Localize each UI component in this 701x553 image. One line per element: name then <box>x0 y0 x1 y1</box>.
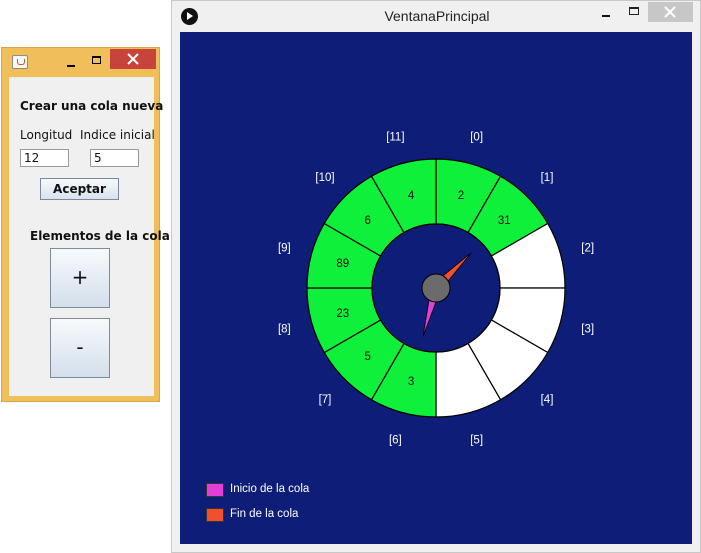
slot-index-label: [3] <box>581 324 594 336</box>
control-panel: Crear una cola nueva Longitud Indice ini… <box>9 77 170 396</box>
slot-value: 3 <box>408 376 414 388</box>
minimize-icon[interactable] <box>597 6 617 22</box>
java-icon <box>12 55 28 69</box>
slot-index-label: [6] <box>389 435 402 447</box>
create-queue-heading: Crear una cola nueva <box>20 99 164 113</box>
maximize-icon[interactable] <box>87 54 107 70</box>
slot-value: 23 <box>336 308 349 320</box>
accept-button[interactable]: Aceptar <box>40 178 119 200</box>
queue-elements-heading: Elementos de la cola <box>30 229 170 243</box>
queue-canvas: 2 [0] 31 [1] [2] [3] [4] [5] 3 [6] 5 [7] 23 [8] 89 [9] 6… <box>180 32 692 544</box>
slot-value: 5 <box>365 351 371 363</box>
slot-index-label: [9] <box>278 242 291 254</box>
window-title: VentanaPrincipal <box>384 8 490 24</box>
slot-index-label: [10] <box>315 172 334 184</box>
slot-value: 4 <box>408 190 415 202</box>
length-label: Longitud <box>20 128 73 142</box>
tail-legend-label: Fin de la cola <box>230 508 299 520</box>
title-bar <box>2 48 159 77</box>
main-window: VentanaPrincipal 2 [0] 31 [1] [2] [3] [4] [5] 3 [… <box>171 0 701 553</box>
add-element-button[interactable]: + <box>50 248 110 308</box>
start-index-label: Indice inicial <box>80 128 155 142</box>
close-icon <box>127 53 139 65</box>
slot-index-label: [0] <box>470 131 483 143</box>
maximize-icon[interactable] <box>624 5 644 21</box>
queue-control-window: Crear una cola nueva Longitud Indice ini… <box>1 47 170 402</box>
circular-queue-diagram: 2 [0] 31 [1] [2] [3] [4] [5] 3 [6] 5 [7] 23 [8] 89 [9] 6… <box>278 131 594 447</box>
slot-index-label: [8] <box>278 324 291 336</box>
slot-value: 2 <box>458 190 464 202</box>
slot-value: 89 <box>336 258 349 270</box>
slot-index-label: [5] <box>470 435 483 447</box>
tail-legend-swatch <box>206 508 224 522</box>
close-button[interactable] <box>110 49 156 69</box>
slot-value: 31 <box>498 215 511 227</box>
slot-index-label: [4] <box>541 394 554 406</box>
head-legend-swatch <box>206 483 224 497</box>
length-field[interactable]: 12 <box>20 149 69 167</box>
minimize-icon[interactable] <box>62 54 82 70</box>
head-legend-label: Inicio de la cola <box>230 483 310 495</box>
close-icon <box>664 6 676 18</box>
remove-element-button[interactable]: - <box>50 318 110 378</box>
slot-index-label: [1] <box>541 172 554 184</box>
main-title-bar: VentanaPrincipal <box>172 1 700 31</box>
start-index-field[interactable]: 5 <box>90 149 139 167</box>
slot-value: 6 <box>365 215 371 227</box>
needle-hub <box>421 273 451 303</box>
slot-index-label: [7] <box>319 394 332 406</box>
slot-index-label: [11] <box>386 131 404 143</box>
slot-index-label: [2] <box>581 242 594 254</box>
close-button[interactable] <box>648 2 693 22</box>
